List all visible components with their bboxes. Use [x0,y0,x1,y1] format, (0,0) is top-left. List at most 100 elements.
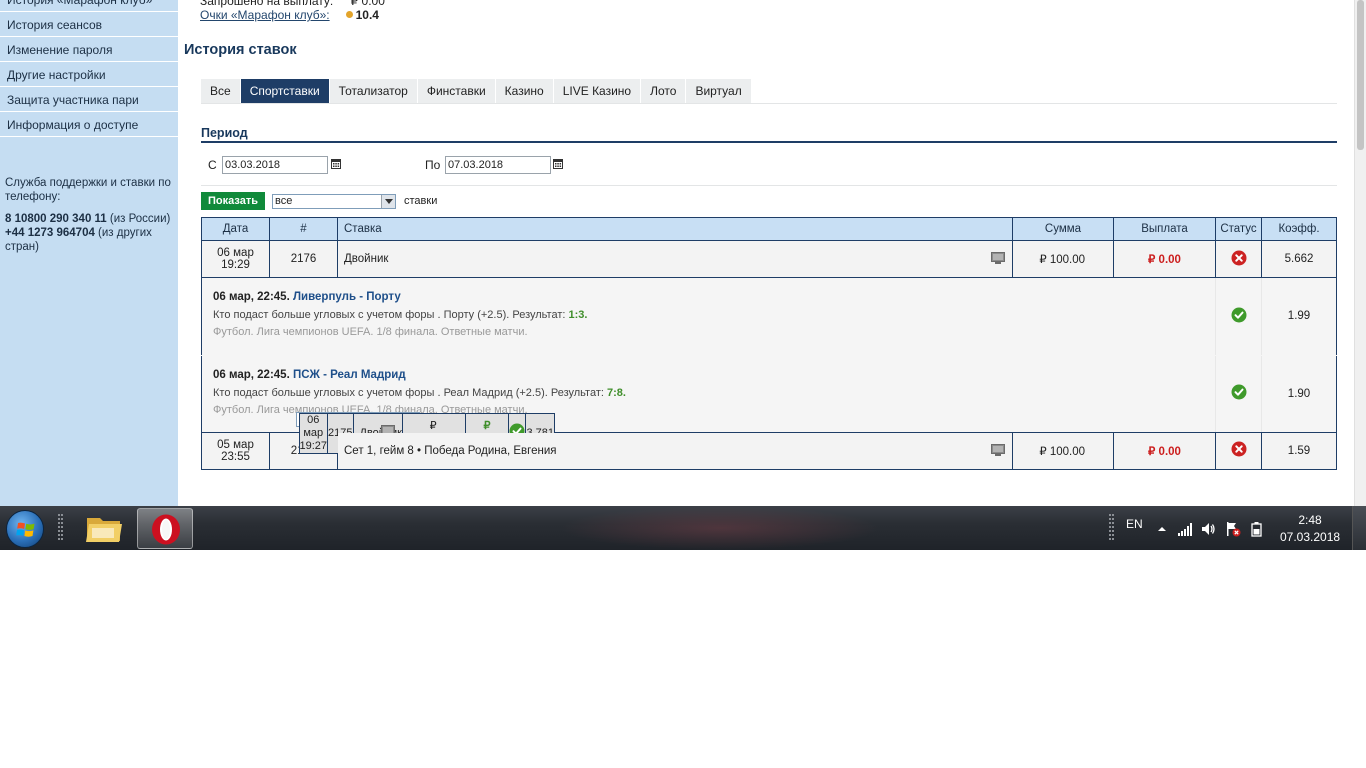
leg-status [1215,355,1262,433]
taskbar-explorer[interactable] [76,508,132,549]
tab-casino[interactable]: Казино [495,79,554,103]
row-stake-text: Сет 1, гейм 8 • Победа Родина, Евгения [344,444,557,457]
row-coef: 5.662 [1261,240,1337,278]
leg-desc: Кто подаст больше угловых с учетом форы … [213,387,1215,399]
main-content: Запрошено на выплату: ₽ 0.00 Очки «Мараф… [178,0,1354,506]
chevron-up-icon[interactable] [1154,521,1170,537]
row-sum: ₽ 100.00 [1012,431,1114,470]
leg-status [1215,278,1262,356]
windows-logo-icon [16,522,35,537]
show-button[interactable]: Показать [201,192,265,210]
leg-title: 06 мар, 22:45. Ливерпуль - Порту [213,291,1215,305]
leg-coef: 1.90 [1261,355,1337,433]
battery-icon[interactable] [1249,521,1265,537]
tab-lotto[interactable]: Лото [641,79,687,103]
coin-icon [345,11,353,18]
row-status [1215,240,1262,278]
network-signal-icon[interactable] [1177,521,1193,537]
date-to-input[interactable]: 07.03.2018 [445,156,551,174]
row-date-time: 19:29 [221,259,250,271]
bet-type-tabs: Все Спортставки Тотализатор Финставки Ка… [201,79,752,103]
action-center-flag-icon[interactable] [1225,521,1241,537]
date-to-label: По [425,158,441,172]
row-date: 05 мар 23:55 [201,431,270,470]
support-text: Служба поддержки и ставки по телефону: [5,177,171,203]
select-value: все [275,195,293,207]
col-coef[interactable]: Коэфф. [1261,217,1337,241]
table-row[interactable]: 06 мар19:27 2175 Двойник ₽ 400.00 ₽ 1,51… [295,411,555,454]
system-clock[interactable]: 2:48 07.03.2018 [1280,512,1340,546]
table-row[interactable]: 06 мар 19:29 2176 Двойник ₽ 100.00 ₽ 0.00… [201,240,1337,278]
monitor-icon[interactable] [991,252,1005,264]
col-status[interactable]: Статус [1215,217,1262,241]
sidebar-item-label: Изменение пароля [7,43,113,57]
col-date[interactable]: Дата [201,217,270,241]
col-sum[interactable]: Сумма [1012,217,1114,241]
sidebar-item-change-password[interactable]: Изменение пароля [0,38,178,62]
chevron-down-icon[interactable] [381,195,395,208]
opera-icon [152,514,180,545]
taskbar-opera[interactable] [137,508,193,549]
page-scrollbar[interactable] [1354,0,1366,506]
filter-suffix: ставки [404,195,438,207]
leg-event-link[interactable]: Ливерпуль - Порту [293,291,401,303]
table-row[interactable]: 05 мар23:55 2174 Сет 1, гейм 8 • Победа … [201,431,1337,470]
leg-league: Футбол. Лига чемпионов UEFA. 1/8 финала.… [213,326,528,338]
screen: История «Марафон клуб» История сеансов И… [0,0,1366,550]
row-stake: Сет 1, гейм 8 • Победа Родина, Евгения [337,431,1013,470]
taskbar-grip-icon [58,514,63,540]
sidebar-item-access-info[interactable]: Информация о доступе [0,113,178,137]
page-title: История ставок [184,42,297,58]
sidebar-item-label: История «Марафон клуб» [7,0,153,7]
sidebar-item-sessions[interactable]: История сеансов [0,13,178,37]
tab-all[interactable]: Все [201,79,241,103]
requested-payout-value: ₽ 0.00 [350,0,385,8]
phone-number[interactable]: +44 1273 964704 [5,227,95,239]
clock-time: 2:48 [1298,513,1322,527]
sidebar-item-label: История сеансов [7,18,103,32]
empty-area [0,550,1366,768]
leg-desc-text: Кто подаст больше угловых с учетом форы … [213,386,607,399]
leg-desc-text: Кто подаст больше угловых с учетом форы … [213,309,569,321]
club-points-link[interactable]: Очки «Марафон клуб»: [200,8,330,22]
col-stake[interactable]: Ставка [337,217,1013,241]
tab-virtual[interactable]: Виртуал [686,79,752,103]
calendar-icon[interactable] [331,158,341,169]
tab-live-casino[interactable]: LIVE Казино [553,79,642,103]
monitor-icon[interactable] [991,443,1005,456]
show-desktop-button[interactable] [1352,506,1366,550]
lost-x-icon [1231,250,1246,265]
requested-payout-label: Запрошено на выплату: [200,0,334,8]
won-check-icon [1231,384,1246,400]
row-status [1215,431,1262,470]
lost-x-icon [1231,441,1246,457]
row-stake-text: Двойник [344,253,389,265]
language-indicator[interactable]: EN [1126,517,1143,531]
phone-number[interactable]: 8 10800 290 340 11 [5,213,107,225]
divider [201,185,1337,186]
col-number[interactable]: # [269,217,338,241]
row-date-day: 05 мар [217,438,254,451]
row-payout: ₽ 0.00 [1113,240,1216,278]
sidebar-item-player-protection[interactable]: Защита участника пари [0,88,178,112]
row-date: 06 мар 19:29 [201,240,270,278]
tab-sports[interactable]: Спортставки [240,79,330,103]
start-button[interactable] [6,510,44,548]
date-from-input[interactable]: 03.03.2018 [222,156,328,174]
clock-date: 07.03.2018 [1280,530,1341,544]
sidebar-item-other-settings[interactable]: Другие настройки [0,63,178,87]
bet-status-select[interactable]: все [272,194,396,209]
calendar-icon[interactable] [553,158,563,169]
row-sum: ₽ 100.00 [1012,240,1114,278]
period-title: Период [201,126,248,140]
taskbar: EN 2:48 07.03.2018 [0,506,1366,550]
leg-event-link[interactable]: ПСЖ - Реал Мадрид [293,369,406,381]
volume-icon[interactable] [1200,521,1216,537]
sidebar-item-club-history[interactable]: История «Марафон клуб» [0,0,178,12]
tab-totalizator[interactable]: Тотализатор [329,79,418,103]
col-payout[interactable]: Выплата [1113,217,1216,241]
leg-title: 06 мар, 22:45. ПСЖ - Реал Мадрид [213,369,1215,383]
scrollbar-thumb[interactable] [1357,0,1364,150]
phone-international: +44 1273 964704 (из других стран) [5,226,173,254]
tab-finbets[interactable]: Финставки [417,79,496,103]
